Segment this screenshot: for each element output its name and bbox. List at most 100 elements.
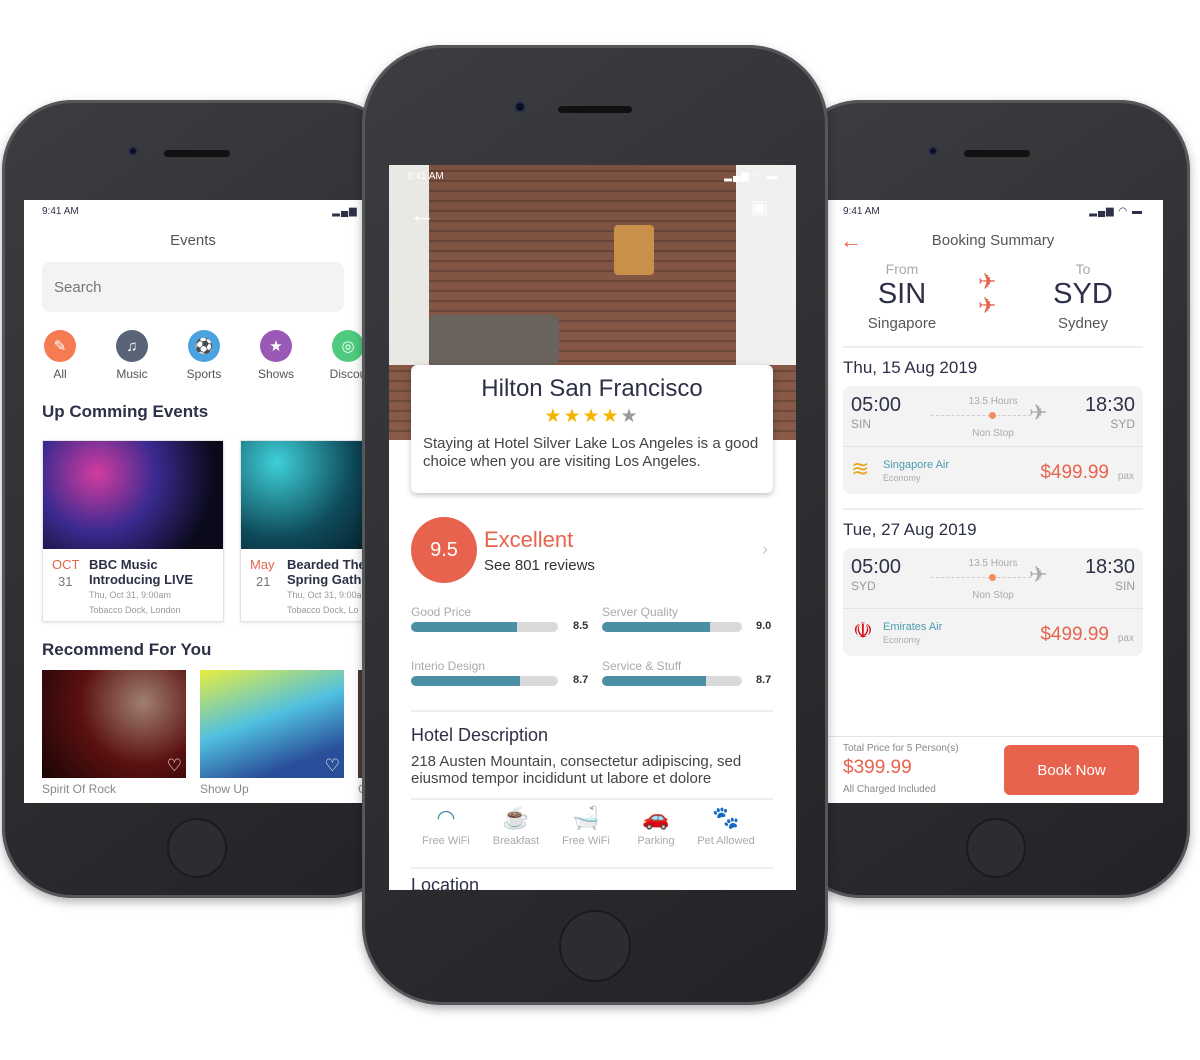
amenity-breakfast: ☕ Breakfast — [481, 805, 551, 847]
heart-icon[interactable]: ♡ — [167, 756, 182, 776]
recommend-label: Spirit Of Rock — [42, 782, 117, 796]
price: $499.99 — [1040, 462, 1109, 483]
events-screen: 9:41 AM▂▄▆ ◠ ▬ Events ✎All ♫Music ⚽Sport… — [24, 200, 404, 803]
rating-value: 8.7 — [573, 674, 589, 686]
amenity-pets: 🐾 Pet Allowed — [691, 805, 761, 847]
to-city: Sydney — [1057, 315, 1109, 332]
category-label: Music — [116, 367, 148, 381]
hotel-screen: 9:41 AM ▂▄▆ ◠ ▬ ← ▣ Hilton San Francisco … — [389, 165, 796, 890]
coffee-cup-icon: ☕ — [502, 805, 530, 830]
category-shows[interactable]: ★ Shows — [246, 330, 306, 381]
airline: Singapore Air — [883, 459, 950, 471]
gallery-icon[interactable]: ▣ — [751, 197, 768, 218]
total-label: Total Price for 5 Person(s) — [843, 743, 959, 754]
description-heading: Hotel Description — [411, 725, 549, 745]
plane-icon: ✈ — [1029, 562, 1048, 587]
event-day: 21 — [256, 574, 271, 589]
price-unit: pax — [1117, 633, 1134, 644]
target-icon: ◎ — [332, 330, 364, 362]
total-price: $399.99 — [843, 757, 912, 778]
footer-divider — [828, 736, 1163, 737]
from-label: From — [885, 261, 919, 277]
plane-icon: ✈ — [1029, 400, 1048, 425]
home-button[interactable] — [559, 910, 631, 982]
flight-card[interactable]: 05:00 SYD 13.5 Hours ✈ Non Stop 18:30 SI… — [843, 548, 1143, 656]
duration: 13.5 Hours — [968, 558, 1018, 569]
stops: Non Stop — [972, 590, 1014, 601]
reviews-link[interactable]: See 801 reviews — [484, 557, 595, 574]
category-label: Sports — [186, 367, 222, 381]
recommend-card-image[interactable]: ♡ — [200, 670, 344, 778]
star-rating: ★★★★★ — [544, 406, 640, 427]
to-code: SYD — [1053, 278, 1113, 310]
recommend-card-image[interactable]: ♡ — [42, 670, 186, 778]
camera — [128, 146, 138, 156]
flight-card[interactable]: 05:00 SIN 13.5 Hours ✈ Non Stop 18:30 SY… — [843, 386, 1143, 494]
search-input[interactable] — [42, 262, 344, 312]
home-button[interactable] — [167, 818, 227, 878]
soccer-ball-icon: ⚽ — [188, 330, 220, 362]
rating-label: Service & Stuff — [602, 659, 682, 673]
price: $499.99 — [1040, 624, 1109, 645]
bathtub-icon: 🛁 — [572, 805, 600, 830]
arrive-code: SYD — [1110, 417, 1135, 431]
divider — [843, 346, 1143, 348]
rating-bar — [411, 622, 558, 632]
to-label: To — [1075, 261, 1091, 277]
divider — [843, 508, 1143, 510]
category-music[interactable]: ♫ Music — [102, 330, 162, 381]
amenity-parking: 🚗 Parking — [621, 805, 691, 847]
rating-value: 9.0 — [756, 620, 772, 632]
emirates-logo-icon: ☫ — [853, 618, 873, 643]
book-now-button[interactable]: Book Now — [1004, 745, 1139, 795]
chevron-right-icon[interactable]: › — [762, 539, 768, 560]
event-day: 31 — [58, 574, 73, 589]
recommend-label: Show Up — [200, 782, 249, 796]
location-heading: Location — [411, 875, 480, 890]
total-note: All Charged Included — [843, 784, 936, 795]
event-time: Thu, Oct 31, 9:00am — [89, 590, 172, 600]
back-arrow-icon[interactable]: ← — [409, 199, 435, 230]
rating-label: Interio Design — [411, 659, 486, 673]
price-unit: pax — [1117, 471, 1134, 482]
heart-icon[interactable]: ♡ — [325, 756, 340, 776]
phone-hotel: 9:41 AM ▂▄▆ ◠ ▬ ← ▣ Hilton San Francisco … — [362, 45, 828, 1005]
event-card[interactable]: OCT 31 BBC Music Introducing LIVE Thu, Oc… — [42, 440, 224, 622]
airline: Emirates Air — [883, 621, 943, 633]
page-title: Events — [170, 232, 216, 249]
status-time: 9:41 AM — [407, 171, 444, 182]
from-city: Singapore — [867, 315, 937, 332]
cabin-class: Economy — [883, 635, 921, 645]
paw-icon: 🐾 — [712, 805, 740, 830]
event-month: OCT — [52, 557, 80, 572]
event-month: May — [250, 557, 275, 572]
divider — [411, 867, 773, 869]
booking-screen: 9:41 AM ▂▄▆ ◠ ▬ ← Booking Summary From SI… — [828, 200, 1163, 803]
score-label: Excellent — [484, 527, 574, 552]
speaker — [558, 106, 632, 113]
category-label: Discou — [329, 367, 367, 381]
speaker — [164, 150, 230, 157]
hotel-summary: Staying at Hotel Silver Lake Los Angeles… — [423, 435, 759, 470]
home-button[interactable] — [966, 818, 1026, 878]
category-label: Shows — [257, 367, 295, 381]
route-line — [931, 415, 1031, 416]
hotel-name: Hilton San Francisco — [481, 375, 703, 402]
flight-swap-icon[interactable]: ✈ ✈ — [978, 270, 996, 318]
event-venue: Tobacco Dock, Lo — [287, 605, 359, 615]
status-time: 9:41 AM — [843, 206, 880, 217]
event-title: BBC Music Introducing LIVE — [89, 557, 193, 587]
depart-code: SYD — [851, 579, 876, 593]
divider — [411, 798, 773, 800]
flight-date: Tue, 27 Aug 2019 — [843, 520, 977, 539]
route-dot — [989, 412, 996, 419]
recommend-heading: Recommend For You — [42, 640, 212, 659]
from-code: SIN — [877, 278, 927, 310]
amenity-bathtub: 🛁 Free WiFi — [551, 805, 621, 847]
category-sports[interactable]: ⚽ Sports — [174, 330, 234, 381]
event-title: Bearded The Spring Gathe — [287, 557, 369, 587]
category-all[interactable]: ✎ All — [30, 330, 90, 381]
rating-value: 8.5 — [573, 620, 589, 632]
depart-time: 05:00 — [851, 556, 902, 578]
event-time: Thu, Oct 31, 9:00am — [287, 590, 370, 600]
